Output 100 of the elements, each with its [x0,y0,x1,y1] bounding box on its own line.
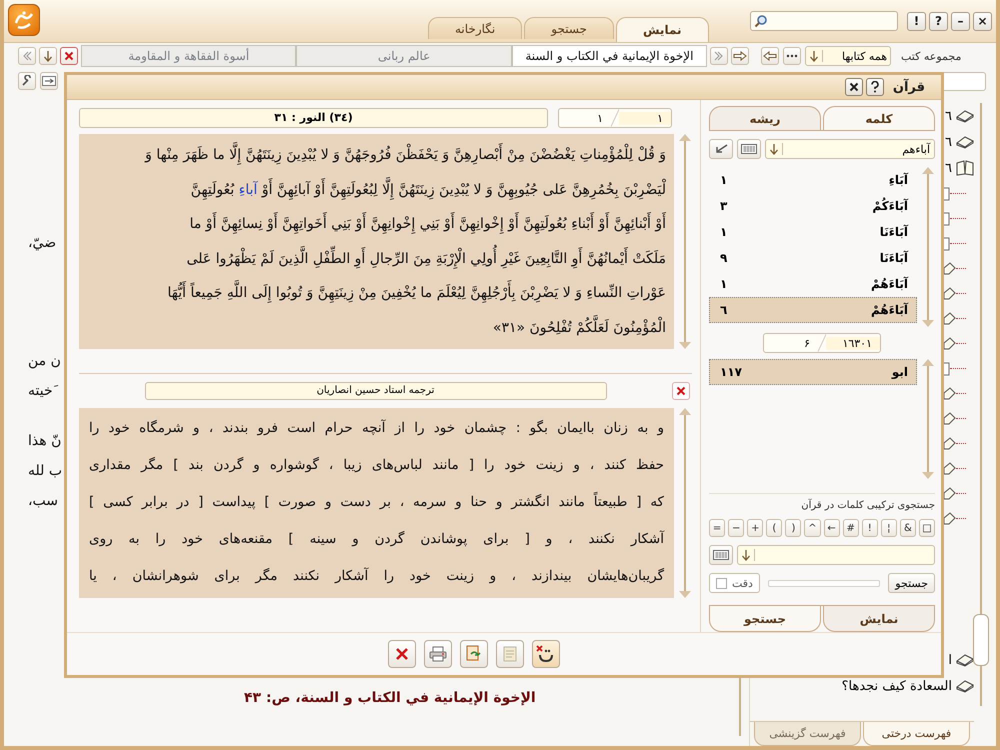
tree-item[interactable]: ا [948,647,974,673]
scroll-right-button[interactable] [710,47,728,65]
window-button[interactable]: ? [929,12,948,30]
print-button[interactable] [424,640,452,668]
translation-text: و به زنان باایمان بگو : چشمان خود را از آنچه حرام است فرو بندند ، و شرمگاه خود را حفظ کنند ، و زینت خود را [ مانند لباس‌های زیبا ، گوشواره و گردن بند ] مگر مقداری که [ طبیعتاً مانند انگشتر و حنا و سرمه ، بر دست و صورت ] پیداست [ در برابر کسی ] آشکار نکنند ، و [ برای پوشاندن گردن و سینه ] مقنعه‌های خود را به روی گریبان‌هایشان بیندازند ، و زینت خود را آشکار نکنند مگر برای شوهرانشان ، یا [79,408,674,598]
help-button[interactable] [866,78,884,96]
window-button[interactable]: – [951,12,970,30]
text-fragment: نّ هذا [28,432,62,451]
back-arrow-button[interactable] [761,47,779,65]
main-tab[interactable]: نمایش [616,17,708,42]
close-icon [395,647,409,661]
word-list-item[interactable]: آبَاءَنَا ٩ [709,245,917,271]
text-fragment: ب لله [28,462,62,481]
operator-button[interactable]: & [900,519,916,537]
scrollbar[interactable] [973,103,988,706]
scrollbar[interactable] [921,167,935,327]
search-button[interactable]: جستجو [888,573,935,593]
panel-tab[interactable]: جستجو [709,606,821,632]
operator-button[interactable]: ← [824,519,840,537]
open-book-icon [956,160,974,176]
combined-search-label: جستجوی ترکیبی کلمات در قرآن [709,493,935,511]
operator-button[interactable]: ¦ [880,519,897,537]
remove-translation-button[interactable] [532,640,560,668]
word-list-item[interactable]: آبَاءَهُمْ ١ [709,271,917,297]
close-button[interactable] [844,78,863,96]
word-counter: ۶ ١٦٣٠١ [763,333,881,353]
app-logo-icon [8,4,40,36]
operator-button[interactable]: = [709,519,726,537]
operator-button[interactable]: ) [785,519,802,537]
tree-item[interactable]: السعادة كيف نجدها؟ [842,673,974,699]
operator-button[interactable]: # [842,519,859,537]
tag-icon[interactable] [942,486,956,500]
collection-dropdown[interactable]: همه کتابها [805,46,891,66]
more-button[interactable] [783,47,801,65]
window-button[interactable]: × [973,12,992,30]
printer-icon [429,646,447,662]
text-fragment: َخيته [28,382,53,401]
main-tab[interactable]: جستجو [524,17,614,39]
down-arrow-icon [43,50,53,62]
tree-item[interactable]: ٦ [945,129,974,155]
tag-icon[interactable] [942,436,956,450]
tag-icon[interactable] [942,386,956,400]
left-arrow-icon [763,51,777,61]
insert-button[interactable] [709,139,733,159]
keyboard-button[interactable] [737,139,761,159]
double-chevron-left-icon [22,51,32,61]
root-list-item[interactable]: ابو ١١٧ [709,359,917,385]
operator-button[interactable]: ^ [804,519,821,537]
scrollbar[interactable] [921,359,935,479]
operator-button[interactable]: □ [918,519,935,537]
tag-icon[interactable] [942,462,956,476]
exact-checkbox[interactable]: دقت [709,573,760,593]
word-search-field[interactable]: آباءهم [765,139,935,159]
copy-button[interactable] [460,640,488,668]
double-chevron-right-icon [714,51,724,61]
close-icon [64,51,74,61]
panel-tab[interactable]: فهرست درختی [863,722,970,746]
tag-icon[interactable] [942,286,956,300]
forward-arrow-button[interactable] [731,47,749,65]
arrow-into-box-icon [42,76,56,86]
operator-button[interactable]: − [728,519,744,537]
main-tab[interactable]: نگارخانه [428,17,522,39]
tree-item[interactable]: ٦ [945,103,974,129]
panel-tab[interactable]: ریشه [709,106,821,130]
page-title: الإخوة الإيمانية في الكتاب و السنة، ص: ۴۳ [244,690,536,706]
tag-icon[interactable] [942,412,956,426]
operator-button[interactable]: ! [862,519,878,537]
wrench-button[interactable] [18,72,36,90]
copy-icon [466,645,482,663]
scroll-left-button[interactable] [18,47,36,65]
close-tab-button[interactable] [60,47,78,65]
tag-icon[interactable] [942,512,956,526]
window-button[interactable]: ! [907,12,926,30]
tag-icon[interactable] [942,312,956,326]
swap-view-button[interactable] [40,72,58,90]
book-icon [956,135,974,149]
scrollbar[interactable] [678,134,692,349]
word-list-item[interactable]: آبَاءَهُمْ ٦ [709,297,917,323]
scrollbar[interactable] [678,408,692,598]
verse-pager[interactable]: ١ ١ [558,108,672,128]
tag-icon[interactable] [942,262,956,276]
combined-search-field[interactable] [737,545,935,565]
word-list-item[interactable]: آبَاءَنَا ١ [709,219,917,245]
operator-button[interactable]: ( [766,519,782,537]
keyboard-icon [713,550,729,560]
search-field[interactable] [750,11,898,31]
word-list-item[interactable]: آبَاءَكُمْ ٣ [709,193,917,219]
down-arrow-button[interactable] [39,47,57,65]
close-translation-button[interactable] [672,382,690,400]
panel-tab[interactable]: فهرست گزینشی [754,722,861,746]
tag-icon[interactable] [942,336,956,350]
text-fragment: سب، [28,492,58,511]
translation-title: ترجمه استاد حسین انصاریان [144,382,606,400]
tree-item[interactable]: ٦ [945,155,974,181]
keyboard-button[interactable] [709,545,733,565]
operator-button[interactable]: + [747,519,764,537]
word-list-item[interactable]: آبَاءِ ١ [709,167,917,193]
document-tab[interactable]: الإخوة الإيمانية في الكتاب و السنة [512,45,707,67]
panel-tab[interactable]: کلمه [823,106,935,130]
panel-tab[interactable]: نمایش [823,606,935,632]
